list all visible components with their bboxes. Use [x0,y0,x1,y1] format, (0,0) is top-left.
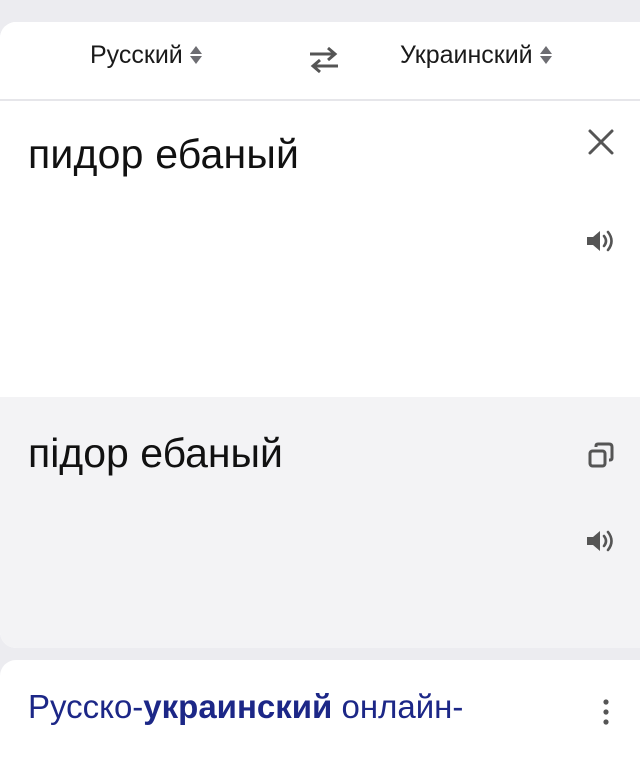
swap-languages-button[interactable] [306,44,342,76]
source-speak-button[interactable] [585,227,617,255]
translation-text: підор ебаный [28,430,283,476]
language-bar: Русский Украинский [0,22,640,101]
result-title-part3: онлайн- [332,688,464,725]
target-language-label: Украинский [400,40,533,69]
result-title-part1: Русско- [28,688,144,725]
source-text-panel[interactable]: пидор ебаный [0,101,640,397]
result-title-part2: украинский [143,688,333,725]
source-language-label: Русский [90,40,183,69]
source-text[interactable]: пидор ебаный [28,131,299,178]
source-language-select[interactable]: Русский [90,40,202,70]
copy-icon [588,442,614,468]
speaker-icon [587,530,613,552]
copy-translation-button[interactable] [586,441,616,471]
updown-arrows-icon [539,46,552,64]
translation-speak-button[interactable] [585,527,617,555]
translator-card: Русский Украинский пидор ебаный підор еб… [0,22,640,648]
search-result-card: Русско-украинский онлайн- [0,660,640,780]
swap-arrows-icon [310,46,338,74]
result-title-link[interactable]: Русско-украинский онлайн- [28,688,463,726]
speaker-icon [587,230,613,252]
updown-arrows-icon [189,46,202,64]
translation-panel: підор ебаный [0,397,640,648]
clear-text-button[interactable] [586,127,616,157]
target-language-select[interactable]: Украинский [400,40,552,70]
close-icon [588,129,614,155]
